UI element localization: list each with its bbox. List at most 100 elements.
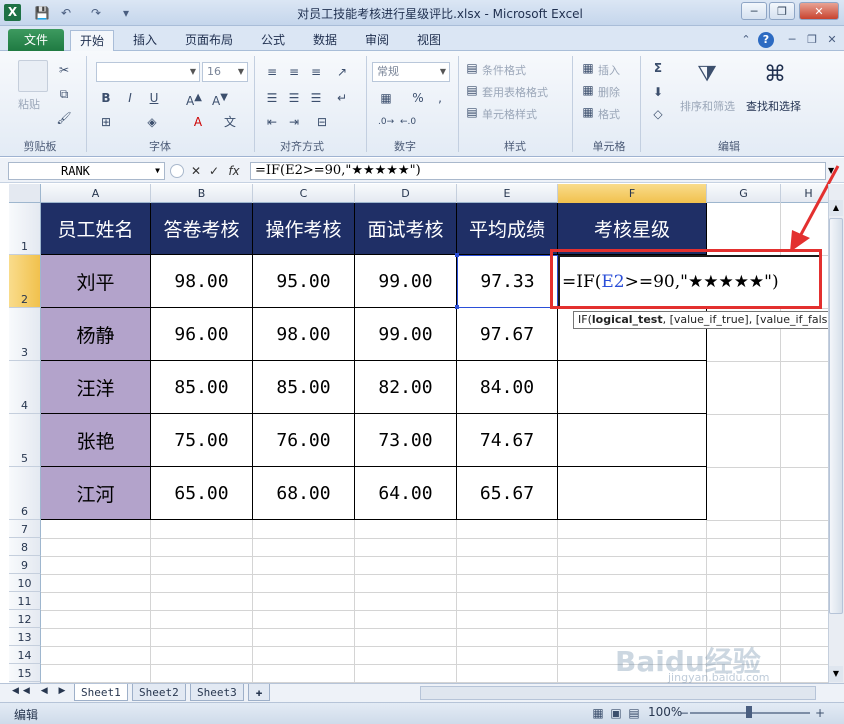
- increase-decimal-icon[interactable]: .0→: [378, 114, 394, 130]
- score-cell[interactable]: 96.00: [151, 308, 253, 361]
- paste-icon[interactable]: [18, 60, 48, 92]
- cancel-icon[interactable]: ✕: [188, 163, 204, 179]
- fill-color-icon[interactable]: ◈: [144, 114, 160, 130]
- font-name-combo[interactable]: ▼: [96, 62, 200, 82]
- average-cell[interactable]: 74.67: [457, 414, 558, 467]
- delete-cells-button[interactable]: 删除: [598, 84, 620, 100]
- format-cells-icon[interactable]: ▦: [580, 104, 596, 120]
- score-cell[interactable]: 76.00: [253, 414, 355, 467]
- cell-styles-icon[interactable]: ▤: [464, 104, 480, 120]
- merge-center-icon[interactable]: ⊟: [314, 114, 330, 130]
- tab-data[interactable]: 数据: [304, 30, 346, 51]
- row-header-10[interactable]: 10: [9, 574, 41, 592]
- doc-minimize-icon[interactable]: ─: [784, 32, 800, 48]
- rating-cell[interactable]: [558, 467, 707, 520]
- find-select-button[interactable]: 查找和选择: [746, 98, 801, 114]
- conditional-format-button[interactable]: 条件格式: [482, 62, 526, 78]
- rating-cell[interactable]: [558, 414, 707, 467]
- insert-cells-icon[interactable]: ▦: [580, 60, 596, 76]
- align-bottom-icon[interactable]: ≡: [308, 64, 324, 80]
- enter-icon[interactable]: ✓: [206, 163, 222, 179]
- selection-handle[interactable]: [455, 253, 459, 257]
- header-cell-interview[interactable]: 面试考核: [355, 203, 457, 255]
- binoculars-icon[interactable]: ⌘: [762, 62, 788, 88]
- font-size-combo[interactable]: 16 ▼: [202, 62, 248, 82]
- align-left-icon[interactable]: ☰: [264, 90, 280, 106]
- average-cell-referenced[interactable]: 97.33: [457, 255, 558, 308]
- tab-formulas[interactable]: 公式: [252, 30, 294, 51]
- column-header-F[interactable]: F: [558, 184, 707, 203]
- comma-style-button[interactable]: ,: [432, 90, 448, 106]
- cell-styles-button[interactable]: 单元格样式: [482, 106, 537, 122]
- column-header-G[interactable]: G: [707, 184, 781, 203]
- sort-filter-icon[interactable]: ⧩: [694, 62, 720, 88]
- row-header-2[interactable]: 2: [9, 255, 41, 308]
- row-header-3[interactable]: 3: [9, 308, 41, 361]
- insert-cells-button[interactable]: 插入: [598, 62, 620, 78]
- accounting-format-icon[interactable]: ▦: [378, 90, 394, 106]
- score-cell[interactable]: 75.00: [151, 414, 253, 467]
- normal-view-icon[interactable]: ▦: [590, 705, 606, 721]
- formula-bar-handle-icon[interactable]: [170, 164, 184, 178]
- align-right-icon[interactable]: ☰: [308, 90, 324, 106]
- customize-qat-icon[interactable]: ▾: [118, 5, 134, 21]
- name-cell[interactable]: 张艳: [41, 414, 151, 467]
- horizontal-scrollbar[interactable]: [420, 686, 816, 700]
- cut-icon[interactable]: ✂: [56, 62, 72, 78]
- sheet-tab-1[interactable]: Sheet1: [74, 684, 128, 701]
- score-cell[interactable]: 85.00: [253, 361, 355, 414]
- decrease-decimal-icon[interactable]: ←.0: [400, 114, 416, 130]
- close-button[interactable]: ✕: [799, 2, 839, 20]
- active-cell-F2[interactable]: =IF(E2>=90,"★★★★★"): [558, 255, 822, 308]
- rating-cell[interactable]: [558, 361, 707, 414]
- scroll-down-icon[interactable]: ▼: [829, 666, 843, 682]
- zoom-slider-thumb[interactable]: [746, 706, 752, 718]
- tab-review[interactable]: 审阅: [356, 30, 398, 51]
- selection-handle[interactable]: [455, 305, 459, 309]
- header-cell-written[interactable]: 答卷考核: [151, 203, 253, 255]
- name-cell[interactable]: 杨静: [41, 308, 151, 361]
- excel-app-icon[interactable]: X: [4, 4, 21, 21]
- score-cell[interactable]: 98.00: [253, 308, 355, 361]
- score-cell[interactable]: 73.00: [355, 414, 457, 467]
- column-header-A[interactable]: A: [41, 184, 151, 203]
- name-cell[interactable]: 江河: [41, 467, 151, 520]
- increase-indent-icon[interactable]: ⇥: [286, 114, 302, 130]
- name-cell[interactable]: 刘平: [41, 255, 151, 308]
- italic-button[interactable]: I: [122, 90, 138, 106]
- tab-view[interactable]: 视图: [408, 30, 450, 51]
- sort-filter-button[interactable]: 排序和筛选: [680, 98, 735, 114]
- vertical-scroll-thumb[interactable]: [829, 218, 843, 614]
- align-center-icon[interactable]: ☰: [286, 90, 302, 106]
- scroll-up-icon[interactable]: ▲: [829, 200, 843, 216]
- average-cell[interactable]: 65.67: [457, 467, 558, 520]
- score-cell[interactable]: 98.00: [151, 255, 253, 308]
- zoom-in-icon[interactable]: +: [812, 705, 828, 721]
- tab-insert[interactable]: 插入: [124, 30, 166, 51]
- row-header-7[interactable]: 7: [9, 520, 41, 538]
- page-break-view-icon[interactable]: ▤: [626, 705, 642, 721]
- copy-icon[interactable]: ⧉: [56, 86, 72, 102]
- tab-home[interactable]: 开始: [70, 30, 115, 51]
- sheet-tab-2[interactable]: Sheet2: [132, 684, 186, 701]
- doc-restore-icon[interactable]: ❐: [804, 32, 820, 48]
- sheet-tab-3[interactable]: Sheet3: [190, 684, 244, 701]
- fill-icon[interactable]: ⬇: [650, 84, 666, 100]
- underline-button[interactable]: U: [146, 90, 162, 106]
- row-header-9[interactable]: 9: [9, 556, 41, 574]
- collapse-ribbon-icon[interactable]: ⌃: [738, 32, 754, 48]
- formula-input[interactable]: =IF(E2>=90,"★★★★★"): [250, 162, 826, 180]
- new-sheet-icon[interactable]: ✚: [248, 684, 270, 701]
- shrink-font-icon[interactable]: A▼: [212, 90, 228, 108]
- doc-close-icon[interactable]: ✕: [824, 32, 840, 48]
- score-cell[interactable]: 85.00: [151, 361, 253, 414]
- column-header-C[interactable]: C: [253, 184, 355, 203]
- page-layout-view-icon[interactable]: ▣: [608, 705, 624, 721]
- score-cell[interactable]: 95.00: [253, 255, 355, 308]
- phonetic-icon[interactable]: 文: [222, 114, 238, 130]
- header-cell-operation[interactable]: 操作考核: [253, 203, 355, 255]
- format-as-table-button[interactable]: 套用表格格式: [482, 84, 548, 100]
- undo-icon[interactable]: ↶: [58, 5, 74, 21]
- tab-file[interactable]: 文件: [8, 29, 64, 51]
- delete-cells-icon[interactable]: ▦: [580, 82, 596, 98]
